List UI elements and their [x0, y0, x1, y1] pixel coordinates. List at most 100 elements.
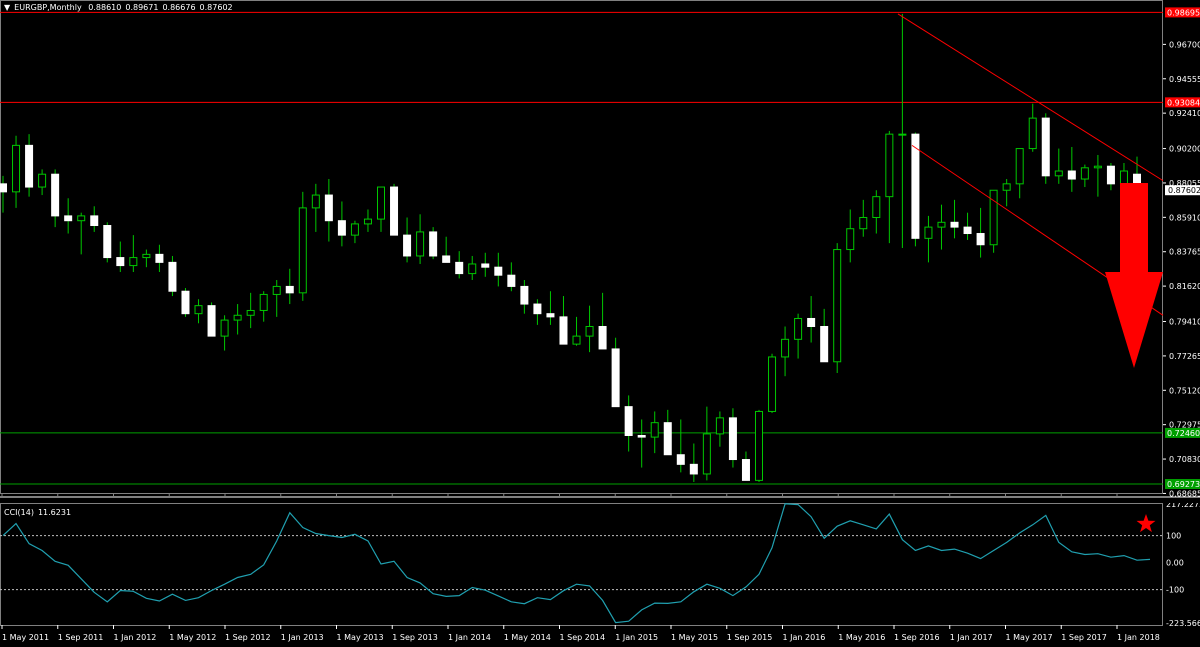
candle — [233, 314, 242, 321]
candle — [833, 249, 842, 363]
price-tick-label: 0.68685 — [1169, 489, 1200, 498]
date-tick-label: 1 Jan 2015 — [615, 633, 658, 642]
candle — [937, 221, 946, 228]
price-tick-label: 0.83765 — [1169, 248, 1200, 257]
cci-tick-label: 0.00 — [1166, 559, 1184, 568]
candle — [963, 226, 972, 235]
channel-upper-line — [897, 13, 1164, 182]
date-tick-label: 1 May 2016 — [838, 633, 885, 642]
candle — [129, 257, 138, 267]
candle — [663, 422, 672, 456]
candle — [350, 223, 359, 236]
candle — [12, 144, 21, 193]
price-panel-frame — [0, 0, 1163, 494]
candle — [755, 410, 763, 481]
candle — [1067, 170, 1076, 180]
level-label: 0.69273 — [1167, 480, 1200, 489]
candle — [820, 325, 829, 363]
candle — [546, 313, 555, 318]
cci-panel-frame — [0, 503, 1163, 626]
price-tick-label: 0.90200 — [1169, 145, 1200, 154]
candle — [520, 285, 529, 305]
level-label: 0.98695 — [1167, 8, 1200, 17]
candle — [807, 317, 816, 327]
candle — [859, 216, 868, 230]
candle — [676, 454, 685, 465]
candle — [1093, 165, 1102, 169]
candle — [637, 434, 646, 438]
price-tick-label: 0.94555 — [1169, 75, 1200, 84]
price-tick-label: 0.70830 — [1169, 455, 1200, 464]
candle — [324, 194, 333, 222]
candle — [650, 422, 659, 438]
candle — [846, 228, 855, 251]
price-chart[interactable]: 0.98695 0.93084 0.72460 0.69273 0.96700 0.945… — [0, 0, 1200, 502]
candle — [624, 406, 633, 436]
candle — [1080, 167, 1089, 180]
candle — [246, 309, 255, 316]
date-tick-label: 1 Sep 2011 — [58, 633, 104, 642]
candle — [1054, 170, 1063, 177]
date-tick-label: 1 May 2011 — [2, 633, 49, 642]
candle — [181, 290, 190, 315]
candle — [689, 463, 698, 475]
candle — [872, 196, 881, 218]
candle — [64, 215, 73, 222]
price-tick-label: 0.75120 — [1169, 386, 1200, 395]
candle — [168, 261, 177, 292]
candle — [155, 253, 164, 263]
candle — [416, 231, 425, 257]
candle — [533, 303, 542, 315]
candle — [116, 257, 125, 267]
candle — [25, 144, 34, 188]
candle — [272, 285, 281, 295]
candle — [1106, 165, 1115, 185]
candle — [259, 293, 268, 311]
price-tick-label: 0.85910 — [1169, 213, 1200, 222]
candle — [976, 233, 985, 246]
candle — [142, 253, 151, 259]
candle — [728, 417, 737, 461]
candle — [898, 133, 907, 136]
cci-chart[interactable]: 217.2273 100 0.00 -100 -223.5661 1 May 2011 1 … — [0, 503, 1200, 647]
price-tick-label: 0.96700 — [1169, 40, 1200, 49]
candle — [768, 356, 777, 412]
candle — [741, 459, 750, 481]
candle — [1002, 183, 1011, 191]
candle — [702, 433, 711, 475]
candle — [950, 221, 959, 228]
candle — [924, 226, 933, 239]
candle — [220, 319, 229, 337]
candle — [90, 215, 99, 227]
date-tick-label: 1 Jan 2014 — [448, 633, 491, 642]
candle — [611, 348, 620, 408]
star — [1136, 514, 1156, 533]
candle — [468, 263, 477, 275]
cci-tick-label: -223.5661 — [1166, 619, 1200, 628]
price-tick-label: 0.77265 — [1169, 352, 1200, 361]
candle — [455, 261, 464, 275]
price-tick-label: 0.72975 — [1169, 421, 1200, 430]
cci-tick-label: 217.2273 — [1166, 503, 1200, 509]
candle — [103, 225, 112, 259]
candle — [77, 215, 86, 222]
date-tick-label: 1 Sep 2016 — [894, 633, 940, 642]
candle — [51, 173, 60, 217]
candle — [1028, 117, 1037, 150]
date-tick-label: 1 May 2015 — [671, 633, 718, 642]
cci-tick-label: 100 — [1166, 532, 1181, 541]
candle — [377, 186, 385, 220]
candle — [311, 194, 320, 209]
cci-line — [2, 503, 1151, 624]
candle — [207, 305, 216, 337]
candle — [337, 220, 346, 236]
candle — [0, 183, 7, 193]
candle — [285, 285, 294, 294]
candle — [494, 266, 503, 276]
date-tick-label: 1 Sep 2013 — [392, 633, 438, 642]
down-arrow — [1105, 183, 1163, 368]
candle — [194, 305, 203, 315]
candle — [885, 133, 894, 198]
candle — [507, 274, 516, 287]
level-label: 0.93084 — [1167, 98, 1200, 107]
